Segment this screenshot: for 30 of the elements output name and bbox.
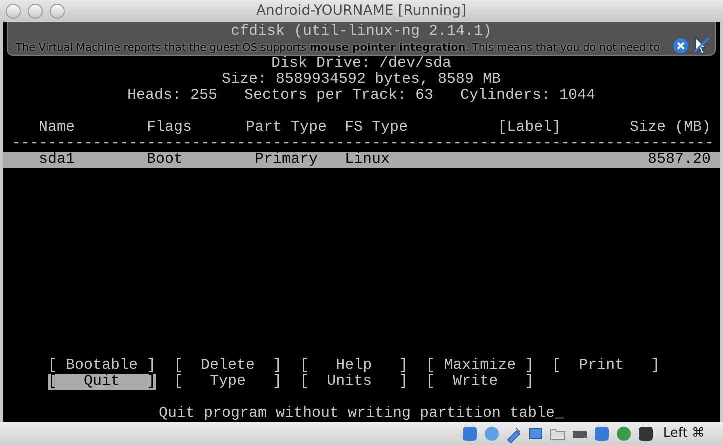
table-cell-text: Boot <box>147 152 184 168</box>
menu-option[interactable]: [ Units ] <box>300 374 408 390</box>
disk-size-text: Size: 8589934592 bytes, 8589 MB <box>222 71 502 88</box>
column-header: Size (MB) <box>630 120 711 136</box>
table-cell: 8587.20 <box>648 152 711 168</box>
menu-option[interactable]: [ Help ] <box>300 358 408 374</box>
disk-drive-text: Disk Drive: /dev/sda <box>271 55 452 72</box>
menu-option[interactable]: [ Type ] <box>174 374 282 390</box>
menu-option[interactable]: [ Maximize ] <box>426 358 534 374</box>
column-header: Flags <box>147 120 194 136</box>
column-header: FS Type <box>345 120 410 136</box>
menu-option[interactable]: [ Write ] <box>426 374 534 390</box>
status-message: Quit program without writing partition table_ <box>158 405 564 422</box>
partition-row[interactable]: sda1 Boot Primary Linux 8587.20 <box>3 152 720 168</box>
table-cell-text: Primary <box>255 152 320 168</box>
menu-option[interactable]: [ Delete ] <box>174 358 282 374</box>
disk-geometry-text: Heads: 255 Sectors per Track: 63 Cylinders: 1044 <box>127 87 596 104</box>
column-header: [Label] <box>498 120 562 136</box>
table-cell-text: sda1 <box>39 152 76 168</box>
window-title: Android-YOURNAME [Running] <box>256 3 466 19</box>
menu-option[interactable]: [ Bootable ] <box>48 358 156 374</box>
column-header: Name <box>39 120 76 136</box>
host-key-label: Left ⌘ <box>663 426 705 441</box>
menu-option[interactable]: [ Print ] <box>552 358 660 374</box>
column-header: Part Type <box>246 120 328 136</box>
menu-option[interactable]: [ Quit ] <box>48 374 156 390</box>
table-separator: ------------------------------------------------------------------------------ <box>12 135 714 152</box>
notification-text: The Virtual Machine reports that the guest OS supports mouse pointer integration. This means that you do not need to <box>16 42 662 54</box>
program-title: cfdisk (util-linux-ng 2.14.1) <box>230 23 492 40</box>
table-cell-text: Linux <box>345 152 392 168</box>
